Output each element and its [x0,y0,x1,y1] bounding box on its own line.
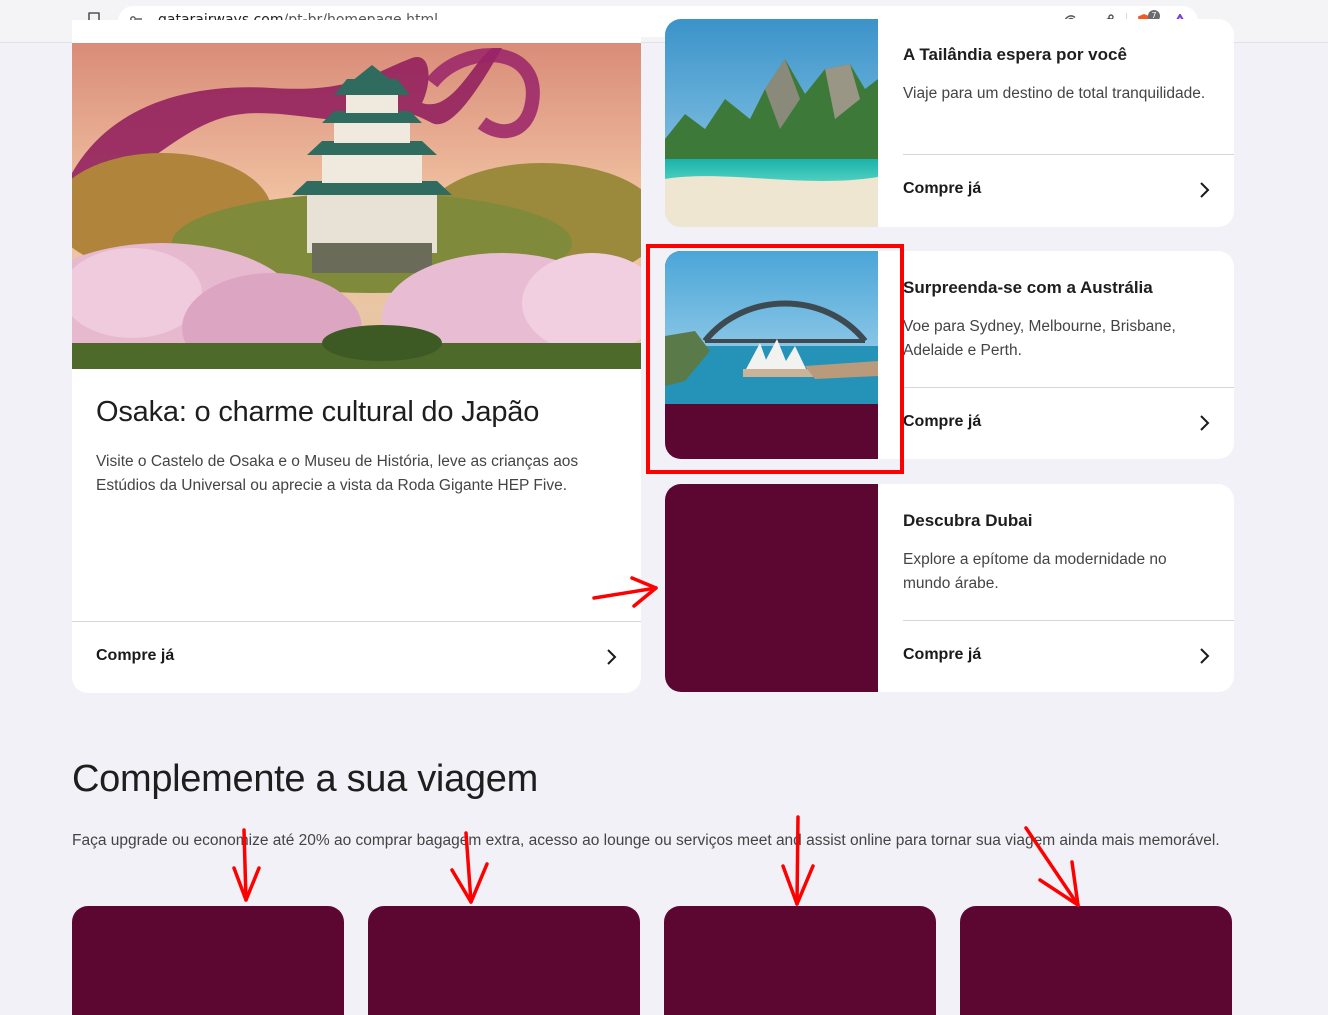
card-divider [903,387,1234,388]
service-tile-2[interactable] [368,906,640,1015]
australia-card-description: Voe para Sydney, Melbourne, Brisbane, Ad… [903,318,1176,359]
australia-destination-card[interactable]: Surpreenda-se com a Austrália Voe para S… [665,251,1234,459]
thailand-card-description: Viaje para um destino de total tranquili… [903,85,1206,102]
chevron-right-icon[interactable] [1198,647,1212,665]
thailand-destination-card[interactable]: A Tailândia espera por você Viaje para u… [665,19,1234,227]
osaka-card-description: Visite o Castelo de Osaka e o Museu de H… [96,453,579,494]
chevron-right-icon[interactable] [1198,414,1212,432]
thailand-beach-illustration [665,19,878,227]
australia-image [665,251,878,459]
osaka-destination-card[interactable]: Osaka: o charme cultural do Japão Visite… [72,20,641,693]
thailand-buy-now-link[interactable]: Compre já [903,180,981,198]
chevron-right-icon[interactable] [1198,181,1212,199]
thailand-card-title: A Tailândia espera por você [903,45,1127,64]
dubai-buy-now-link[interactable]: Compre já [903,646,981,664]
card-divider [903,154,1234,155]
service-tile-1[interactable] [72,906,344,1015]
card-divider [72,621,641,622]
card-divider [903,620,1234,621]
complement-section-title: Complemente a sua viagem [72,758,538,800]
australia-buy-now-link[interactable]: Compre já [903,413,981,431]
dubai-card-title: Descubra Dubai [903,511,1033,530]
sydney-opera-house-illustration [665,251,878,404]
osaka-card-title: Osaka: o charme cultural do Japão [96,396,540,428]
complement-section-description: Faça upgrade ou economize até 20% ao com… [72,832,1220,849]
australia-card-title: Surpreenda-se com a Austrália [903,278,1153,297]
dubai-destination-card[interactable]: Descubra Dubai Explore a epítome da mode… [665,484,1234,692]
dubai-image-placeholder [665,484,878,692]
service-tile-4[interactable] [960,906,1232,1015]
dubai-card-description: Explore a epítome da modernidade no mund… [903,551,1167,592]
thailand-beach-image [665,19,878,227]
osaka-castle-image [72,43,641,369]
service-tile-3[interactable] [664,906,936,1015]
osaka-buy-now-link[interactable]: Compre já [96,647,174,665]
chevron-right-icon[interactable] [605,648,619,666]
osaka-castle-illustration [72,43,641,369]
